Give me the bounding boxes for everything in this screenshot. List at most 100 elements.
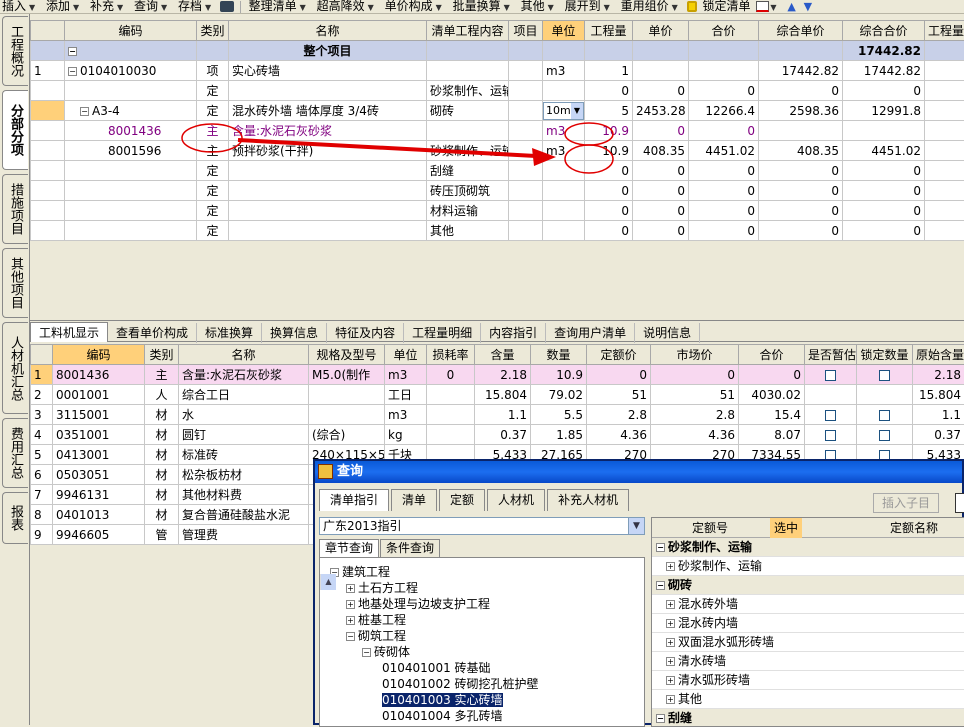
table-row[interactable]: 18001436主含量:水泥石灰砂浆M5.0(制作m302.1810.90002… (31, 365, 964, 385)
group-row[interactable]: − 整个项目 17442.82 (31, 41, 964, 61)
no-cell[interactable]: 7 (31, 485, 53, 505)
code-cell[interactable]: 8001436 (65, 121, 197, 141)
collapse-icon[interactable]: − (346, 632, 355, 641)
code-cell[interactable]: 0503051 (53, 465, 145, 485)
add-menu[interactable]: 添加 (44, 0, 72, 12)
tab-condition-query[interactable]: 条件查询 (380, 539, 440, 557)
tab-reports[interactable]: 报表 (2, 492, 28, 544)
code-cell[interactable]: −0104010030 (65, 61, 197, 81)
quota-group-row[interactable]: −刮缝 (652, 709, 964, 727)
checkbox[interactable] (825, 370, 836, 381)
cat-cell[interactable]: 材 (145, 505, 179, 525)
cat-cell[interactable]: 主 (145, 365, 179, 385)
quantity-cell[interactable]: 0 (585, 181, 633, 201)
tree-node[interactable]: 010401001 砖基础 (320, 660, 644, 676)
sum-cell[interactable]: 12266.4 (689, 101, 759, 121)
table-row[interactable]: 40351001材圆钉(综合)kg0.371.854.364.368.070.3… (31, 425, 964, 445)
expand-icon[interactable]: + (666, 619, 675, 628)
row-number[interactable] (31, 181, 65, 201)
tree-node[interactable]: +土石方工程 (320, 580, 644, 596)
tab-features-content[interactable]: 特征及内容 (327, 323, 404, 343)
code-cell[interactable]: 0351001 (53, 425, 145, 445)
project-cell[interactable] (509, 61, 543, 81)
no-cell[interactable]: 8 (31, 505, 53, 525)
header-quota-code[interactable]: 定额号 (692, 518, 728, 538)
lock-icon[interactable] (687, 1, 697, 12)
header-cell[interactable]: 锁定数量 (857, 345, 913, 365)
header-selected[interactable]: 选中 (770, 518, 802, 538)
quantity-cell[interactable]: 0 (585, 201, 633, 221)
row-number[interactable] (31, 81, 65, 101)
unit-cell[interactable] (543, 221, 585, 241)
table-row[interactable]: 8001596主预拌砂浆(干拌)砂浆制作、运输m310.9408.354451.… (31, 141, 964, 161)
price-cell[interactable]: 0 (633, 161, 689, 181)
mprice-cell[interactable]: 4.36 (651, 425, 739, 445)
insert-menu[interactable]: 插入 (0, 0, 28, 12)
tab-cost-summary[interactable]: 费用汇总 (2, 418, 28, 488)
row-number[interactable] (31, 121, 65, 141)
cat-cell[interactable]: 材 (145, 405, 179, 425)
quantity-cell[interactable]: 5 (585, 101, 633, 121)
price-cell[interactable]: 408.35 (633, 141, 689, 161)
project-cell[interactable] (509, 201, 543, 221)
sum-cell[interactable]: 0 (689, 221, 759, 241)
scroll-up-icon[interactable]: ▲ (321, 574, 336, 590)
category-cell[interactable]: 项 (197, 61, 229, 81)
batch-convert-menu[interactable]: 批量换算 (451, 0, 503, 12)
tree-node[interactable]: −砖砌体 (320, 644, 644, 660)
header-cell[interactable]: 清单工程内容 (427, 21, 509, 41)
name-cell[interactable]: 含量:水泥石灰砂浆 (179, 365, 309, 385)
collapse-icon[interactable]: − (656, 543, 665, 552)
expand-icon[interactable]: + (666, 676, 675, 685)
no-cell[interactable]: 5 (31, 445, 53, 465)
guide-select[interactable]: 广东2013指引 ▼ (319, 517, 645, 535)
table-row[interactable]: 定刮缝00000 (31, 161, 964, 181)
table-row[interactable]: 8001436主含量:水泥石灰砂浆m310.900 (31, 121, 964, 141)
tab-labor-material[interactable]: 人材机 (487, 489, 545, 511)
num-cell[interactable]: 5.5 (531, 405, 587, 425)
quantity-cell[interactable]: 10.9 (585, 121, 633, 141)
checkbox[interactable] (879, 410, 890, 421)
total-cell[interactable]: 0 (843, 181, 925, 201)
row-number[interactable] (31, 101, 65, 121)
sum-cell[interactable]: 0 (689, 81, 759, 101)
unit-cell[interactable]: m3 (543, 141, 585, 161)
name-cell[interactable]: 水 (179, 405, 309, 425)
row-number[interactable] (31, 141, 65, 161)
collapse-icon[interactable]: − (68, 67, 77, 76)
calc-rule-cell[interactable] (925, 181, 964, 201)
content-cell[interactable]: 砌砖 (427, 101, 509, 121)
spec-cell[interactable]: M5.0(制作 (309, 365, 385, 385)
collapse-icon[interactable]: − (656, 581, 665, 590)
tab-list[interactable]: 清单 (391, 489, 437, 511)
orig-cell[interactable]: 1.1 (913, 405, 964, 425)
header-cell[interactable]: 市场价 (651, 345, 739, 365)
expand-icon[interactable]: + (666, 600, 675, 609)
dprice-cell[interactable]: 4.36 (587, 425, 651, 445)
table-row[interactable]: 20001001人综合工日工日15.80479.0251514030.0215.… (31, 385, 964, 405)
header-cell[interactable]: 单价 (633, 21, 689, 41)
category-cell[interactable]: 定 (197, 201, 229, 221)
tree-node[interactable]: +地基处理与边坡支护工程 (320, 596, 644, 612)
unit-cell[interactable]: 工日 (385, 385, 427, 405)
header-cell[interactable]: 含量 (475, 345, 531, 365)
sum-cell[interactable]: 0 (689, 161, 759, 181)
collapse-icon[interactable]: − (656, 714, 665, 723)
unit-select[interactable]: 10m3▼ (543, 102, 584, 120)
price-cell[interactable]: 0 (633, 181, 689, 201)
collapse-icon[interactable]: − (68, 47, 77, 56)
supplement-menu[interactable]: 补充 (88, 0, 116, 12)
project-cell[interactable] (509, 121, 543, 141)
quota-row[interactable]: +混水砖外墙 (652, 595, 964, 614)
close-button[interactable] (955, 493, 964, 513)
category-cell[interactable]: 主 (197, 121, 229, 141)
header-cell[interactable]: 工程量计算规 (925, 21, 964, 41)
header-cell[interactable]: 工程量 (585, 21, 633, 41)
category-cell[interactable]: 定 (197, 161, 229, 181)
sum-cell[interactable]: 4030.02 (739, 385, 805, 405)
expand-icon[interactable]: + (666, 695, 675, 704)
content-cell[interactable] (427, 121, 509, 141)
qty-cell[interactable]: 15.804 (475, 385, 531, 405)
spec-cell[interactable] (309, 385, 385, 405)
code-cell[interactable]: 0401013 (53, 505, 145, 525)
